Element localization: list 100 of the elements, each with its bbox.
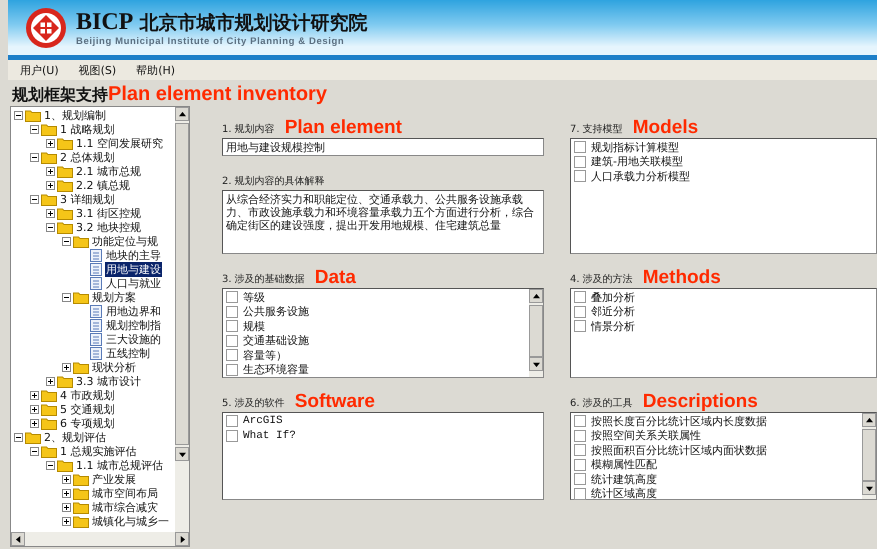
tree-item[interactable]: 3.1 街区控规	[75, 206, 142, 220]
expander-icon[interactable]	[62, 502, 71, 512]
expander-icon[interactable]	[46, 138, 55, 148]
tree-item[interactable]: 2 总体规划	[59, 150, 116, 164]
checkbox[interactable]	[226, 349, 238, 362]
expander-icon[interactable]	[46, 222, 55, 232]
expander-icon[interactable]	[62, 292, 71, 302]
checkbox[interactable]	[226, 291, 238, 304]
scrollbar[interactable]	[11, 532, 189, 546]
expander-icon[interactable]	[46, 208, 55, 218]
checkbox-label: 按照长度百分比统计区域内长度数据	[591, 414, 767, 429]
expander-icon[interactable]	[30, 152, 39, 162]
tree-item[interactable]: 1 总规实施评估	[59, 444, 138, 458]
brand-name: BICP	[76, 8, 134, 36]
tree-item[interactable]: 1、规划编制	[43, 108, 107, 122]
menu-item[interactable]: 用户(U)	[20, 62, 59, 78]
checkbox[interactable]	[226, 364, 238, 376]
checkbox-label: 规模	[243, 318, 265, 334]
tree-item[interactable]: 3.3 城市设计	[75, 374, 142, 388]
checkbox[interactable]	[226, 430, 238, 442]
expander-icon[interactable]	[14, 432, 23, 442]
checkbox[interactable]	[574, 488, 586, 500]
document-icon	[89, 332, 103, 346]
expander-icon[interactable]	[62, 362, 71, 372]
checkbox[interactable]	[226, 306, 238, 318]
expander-icon[interactable]	[14, 110, 23, 120]
tree-item[interactable]: 2.1 城市总规	[75, 164, 142, 178]
folder-icon	[57, 374, 73, 388]
tree-item[interactable]: 1.1 城市总规评估	[75, 458, 164, 472]
tree-item[interactable]: 1.1 空间发展研究	[75, 136, 164, 150]
expander-icon[interactable]	[62, 474, 71, 484]
tree-item[interactable]: 规划方案	[91, 290, 137, 304]
tree-item[interactable]: 2、规划评估	[43, 430, 107, 444]
text-field[interactable]: 用地与建设规模控制	[222, 138, 544, 156]
tree-item[interactable]: 城市综合减灾	[91, 500, 159, 514]
checkbox[interactable]	[226, 334, 238, 347]
expander-icon[interactable]	[62, 488, 71, 498]
checkbox[interactable]	[226, 415, 238, 428]
expander-icon[interactable]	[30, 390, 39, 400]
text-area[interactable]: 从综合经济实力和职能定位、交通承载力、公共服务设施承载力、市政设施承载力和环境容量承载力五个方面进行分析，综合确定街区的建设强度，提出开发用地规模、住宅建筑总量	[222, 190, 544, 254]
menu-item[interactable]: 视图(S)	[78, 62, 116, 78]
tree-item[interactable]: 城镇化与城乡一	[91, 514, 170, 528]
checkbox-label: 按照面积百分比统计区域内面状数据	[591, 442, 767, 458]
menu-item[interactable]: 帮助(H)	[136, 62, 176, 78]
section-label: 4. 涉及的方法	[570, 272, 633, 287]
scrollbar[interactable]	[175, 107, 189, 532]
checkbox[interactable]	[226, 320, 238, 332]
expander-icon[interactable]	[30, 124, 39, 134]
tree-item[interactable]: 5 交通规划	[59, 402, 116, 416]
checkbox[interactable]	[574, 444, 586, 456]
expander-icon[interactable]	[46, 376, 55, 386]
annotation-label: Data	[314, 268, 356, 288]
checkbox[interactable]	[574, 458, 586, 471]
folder-icon	[73, 514, 89, 528]
checkbox[interactable]	[574, 291, 586, 304]
tree-item[interactable]: 功能定位与规	[91, 234, 159, 248]
checkbox-label: 公共服务设施	[243, 304, 309, 320]
checkbox[interactable]	[574, 320, 586, 332]
tree-item[interactable]: 规划控制指	[105, 318, 162, 332]
expander-icon[interactable]	[46, 180, 55, 190]
checkbox[interactable]	[574, 306, 586, 318]
document-icon	[89, 276, 103, 290]
expander-icon[interactable]	[30, 194, 39, 204]
tree-item[interactable]: 现状分析	[91, 360, 137, 374]
checkbox[interactable]	[574, 156, 586, 168]
expander-icon[interactable]	[30, 418, 39, 428]
folder-icon	[41, 122, 57, 136]
tree-item[interactable]: 3 详细规划	[59, 192, 116, 206]
tree-item[interactable]: 产业发展	[91, 472, 137, 486]
scrollbar[interactable]	[529, 289, 543, 377]
expander-icon[interactable]	[46, 460, 55, 470]
folder-icon	[41, 402, 57, 416]
document-icon	[89, 248, 103, 262]
checkbox-label: 人口承载力分析模型	[591, 168, 690, 184]
expander-icon[interactable]	[30, 446, 39, 456]
checkbox[interactable]	[574, 170, 586, 182]
tree-item[interactable]: 用地与建设	[105, 262, 162, 276]
checkbox[interactable]	[574, 415, 586, 428]
tree-item[interactable]: 三大设施的	[105, 332, 162, 346]
expander-icon[interactable]	[46, 166, 55, 176]
expander-icon[interactable]	[30, 404, 39, 414]
checkbox-label: 交通基础设施	[243, 333, 309, 348]
scrollbar[interactable]	[862, 413, 876, 499]
folder-icon	[57, 458, 73, 472]
tree-item[interactable]: 2.2 镇总规	[75, 178, 131, 192]
tree-item[interactable]: 人口与就业	[105, 276, 162, 290]
tree-item[interactable]: 地块的主导	[105, 248, 162, 262]
checkbox[interactable]	[574, 430, 586, 442]
expander-icon[interactable]	[62, 516, 71, 526]
checkbox[interactable]	[574, 473, 586, 486]
tree-item[interactable]: 五线控制	[105, 346, 151, 360]
tree-item[interactable]: 4 市政规划	[59, 388, 116, 402]
tree-item[interactable]: 用地边界和	[105, 304, 162, 318]
expander-icon[interactable]	[62, 236, 71, 246]
tree-item[interactable]: 1 战略规划	[59, 122, 116, 136]
tree-item[interactable]: 6 专项规划	[59, 416, 116, 430]
section-label: 5. 涉及的软件	[222, 396, 285, 411]
tree-item[interactable]: 3.2 地块控规	[75, 220, 142, 234]
tree-item[interactable]: 城市空间布局	[91, 486, 159, 500]
checkbox[interactable]	[574, 141, 586, 154]
